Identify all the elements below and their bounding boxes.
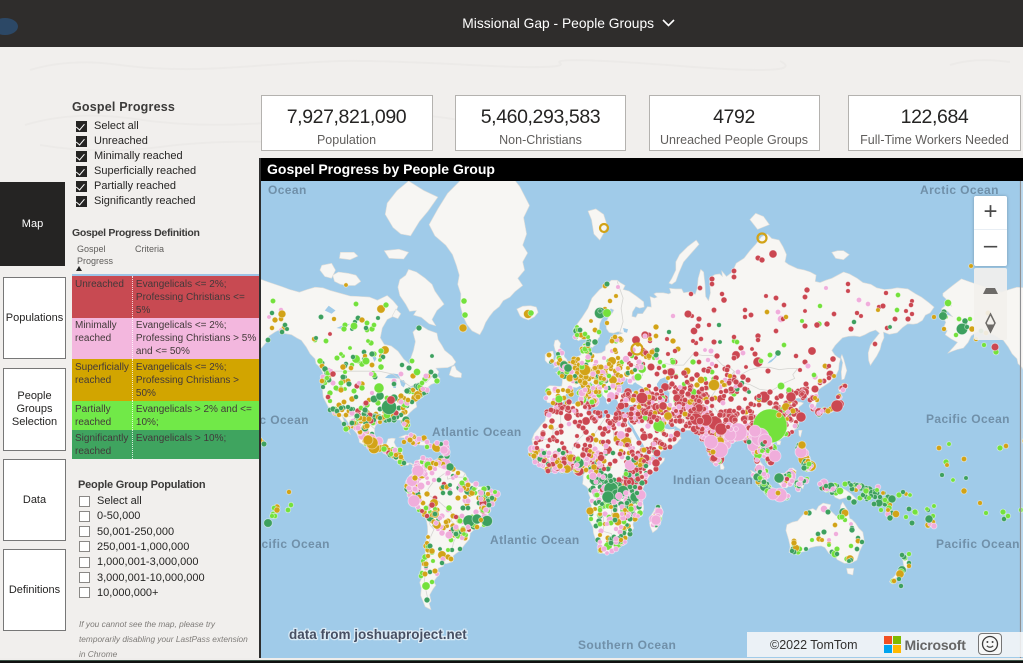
svg-text:Atlantic Ocean: Atlantic Ocean [490, 533, 580, 547]
svg-text:data from joshuaproject.net: data from joshuaproject.net [289, 627, 467, 642]
svg-text:Pacific Ocean: Pacific Ocean [936, 537, 1020, 551]
svg-text:Pacific Ocean: Pacific Ocean [926, 412, 1010, 426]
svg-text:Pacific Ocean: Pacific Ocean [260, 413, 309, 427]
svg-text:Pacific Ocean: Pacific Ocean [260, 537, 330, 551]
svg-text:Ocean: Ocean [268, 183, 307, 197]
svg-text:Arctic Ocean: Arctic Ocean [920, 183, 999, 197]
svg-text:Southern Ocean: Southern Ocean [578, 638, 676, 652]
svg-text:Atlantic Ocean: Atlantic Ocean [432, 425, 522, 439]
svg-text:Indian Ocean: Indian Ocean [673, 473, 753, 487]
